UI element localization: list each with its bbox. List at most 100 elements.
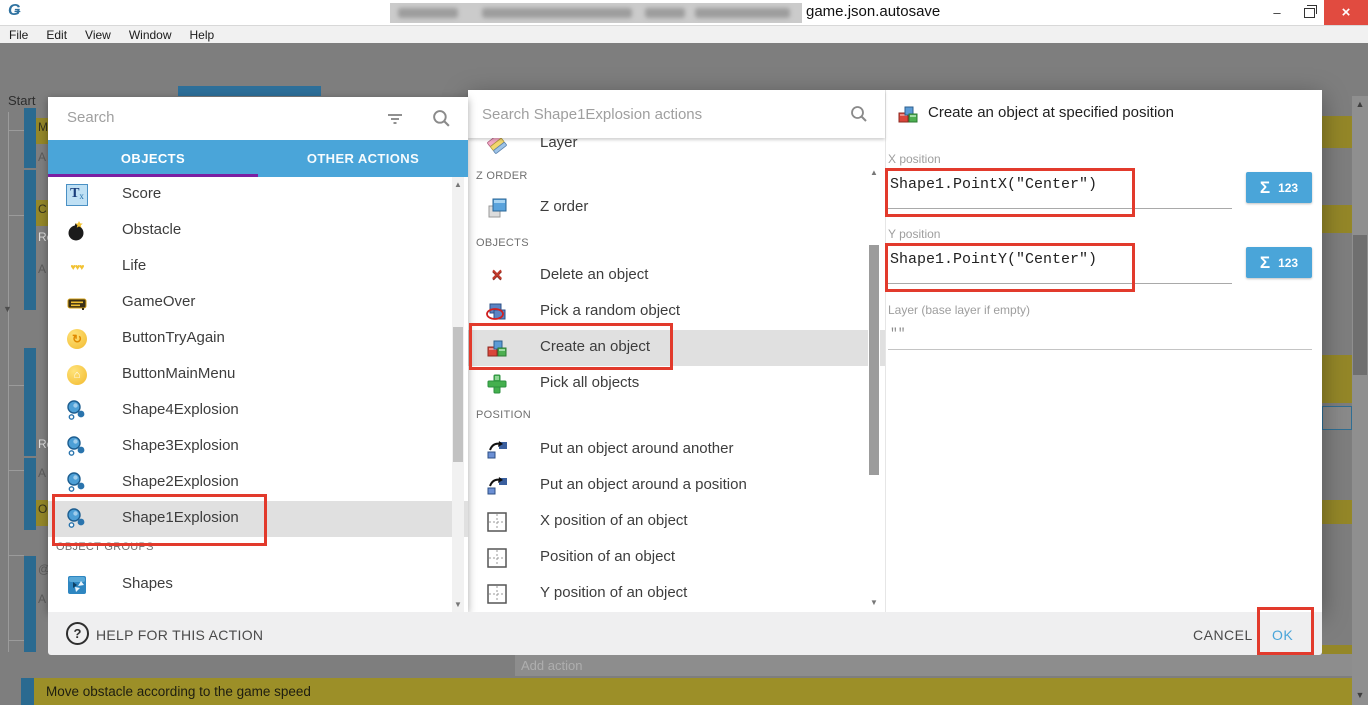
menu-edit[interactable]: Edit xyxy=(37,28,76,42)
action-item-zorder[interactable]: Z order xyxy=(468,190,885,226)
particles-icon xyxy=(66,436,88,458)
object-group-shapes[interactable]: Shapes xyxy=(48,567,468,603)
window-title: game.json.autosave xyxy=(806,3,940,20)
objects-scrollbar[interactable]: ▲ ▼ xyxy=(452,177,464,612)
bomb-icon xyxy=(66,220,88,242)
action-item-around-position[interactable]: Put an object around a position xyxy=(468,468,885,504)
action-item-pick-random[interactable]: Pick a random object xyxy=(468,294,885,330)
menu-view[interactable]: View xyxy=(76,28,120,42)
cancel-button[interactable]: CANCEL xyxy=(1193,627,1253,643)
objects-selector-panel: OBJECTS OTHER ACTIONS Tx Score Obstacle … xyxy=(48,97,468,612)
z-order-icon xyxy=(486,197,508,219)
object-item-buttontryagain[interactable]: ↻ ButtonTryAgain xyxy=(48,321,468,357)
gameover-sign-icon xyxy=(66,292,88,314)
tab-other-actions[interactable]: OTHER ACTIONS xyxy=(258,140,468,177)
event-comment-row[interactable]: Move obstacle according to the game spee… xyxy=(34,678,1352,705)
toolbar xyxy=(0,43,1368,86)
x-position-input[interactable]: Shape1.PointX("Center") xyxy=(890,176,1097,193)
scrollbar-thumb[interactable] xyxy=(869,245,879,475)
restore-button[interactable] xyxy=(1294,0,1324,25)
blurred-path-region xyxy=(390,3,802,23)
action-item-pick-all[interactable]: Pick all objects xyxy=(468,366,885,402)
actions-scrollbar[interactable]: ▲ ▼ xyxy=(868,158,880,612)
pick-random-icon xyxy=(486,301,508,323)
menu-window[interactable]: Window xyxy=(120,28,181,42)
input-underline xyxy=(888,283,1232,284)
action-title: Create an object at specified position xyxy=(928,104,1174,121)
action-item-x-position[interactable]: X position of an object xyxy=(468,504,885,540)
action-item-delete[interactable]: × Delete an object xyxy=(468,258,885,294)
close-button[interactable]: × xyxy=(1324,0,1368,25)
y-position-input[interactable]: Shape1.PointY("Center") xyxy=(890,251,1097,268)
add-action-button[interactable]: Add action xyxy=(515,654,1352,676)
pick-all-icon xyxy=(486,373,508,395)
help-icon[interactable]: ? xyxy=(66,622,89,645)
start-page-tab[interactable]: Start xyxy=(8,93,35,108)
layer-input[interactable]: "" xyxy=(890,326,906,341)
scroll-down-icon[interactable]: ▼ xyxy=(452,600,464,609)
around-position-icon xyxy=(486,475,508,497)
input-underline xyxy=(888,208,1232,209)
hearts-icon: ♥♥♥ xyxy=(66,256,88,278)
input-underline xyxy=(888,349,1312,350)
object-item-obstacle[interactable]: Obstacle xyxy=(48,213,468,249)
object-item-shape4explosion[interactable]: Shape4Explosion xyxy=(48,393,468,429)
search-icon xyxy=(850,105,868,123)
object-item-score[interactable]: Tx Score xyxy=(48,177,468,213)
objects-search-box[interactable] xyxy=(48,97,468,140)
search-icon[interactable] xyxy=(432,109,451,128)
object-groups-header: OBJECT GROUPS xyxy=(56,541,154,553)
layers-icon xyxy=(486,138,508,155)
particles-icon xyxy=(66,472,88,494)
ok-button[interactable]: OK xyxy=(1272,627,1293,643)
tab-objects[interactable]: OBJECTS xyxy=(48,140,258,177)
object-item-gameover[interactable]: GameOver xyxy=(48,285,468,321)
scroll-down-icon[interactable]: ▼ xyxy=(868,598,880,607)
create-object-icon xyxy=(486,337,508,359)
gdevelop-logo-icon: Ǥ xyxy=(8,2,20,20)
action-item-layer[interactable]: Layer xyxy=(468,138,885,162)
object-item-shape1explosion[interactable]: Shape1Explosion xyxy=(48,501,468,537)
scroll-up-icon[interactable]: ▲ xyxy=(452,180,464,189)
object-item-shape3explosion[interactable]: Shape3Explosion xyxy=(48,429,468,465)
menubar: File Edit View Window Help xyxy=(0,26,1368,43)
y-position-label: Y position xyxy=(888,227,940,241)
scrollbar-thumb[interactable] xyxy=(1353,235,1367,375)
action-item-create-object[interactable]: Create an object xyxy=(468,330,885,366)
delete-object-icon: × xyxy=(486,265,508,287)
action-item-around-another[interactable]: Put an object around another xyxy=(468,432,885,468)
actions-search-box[interactable] xyxy=(468,90,885,138)
object-item-shape2explosion[interactable]: Shape2Explosion xyxy=(48,465,468,501)
objects-search-input[interactable] xyxy=(65,108,369,127)
section-header: OBJECTS xyxy=(476,237,529,249)
object-item-buttonmainmenu[interactable]: ⌂ ButtonMainMenu xyxy=(48,357,468,393)
minimize-button[interactable]: – xyxy=(1262,0,1292,25)
home-button-icon: ⌂ xyxy=(66,364,88,386)
scroll-up-icon[interactable]: ▲ xyxy=(1352,99,1368,109)
help-link[interactable]: HELP FOR THIS ACTION xyxy=(96,627,263,643)
actions-search-input[interactable] xyxy=(480,105,784,124)
object-item-life[interactable]: ♥♥♥ Life xyxy=(48,249,468,285)
object-group-icon xyxy=(66,574,88,596)
expression-editor-button[interactable]: Σ123 xyxy=(1246,172,1312,203)
scroll-down-icon[interactable]: ▼ xyxy=(1352,690,1368,700)
actions-list: Layer Z ORDER Z order OBJECTS × Delete a… xyxy=(468,138,885,612)
layer-label: Layer (base layer if empty) xyxy=(888,303,1030,317)
event-tree-line xyxy=(8,112,9,652)
action-parameters-panel: Create an object at specified position X… xyxy=(886,90,1322,612)
window-scrollbar[interactable]: ▲ ▼ xyxy=(1352,96,1368,705)
scroll-up-icon[interactable]: ▲ xyxy=(868,168,880,177)
action-item-position[interactable]: Position of an object xyxy=(468,540,885,576)
titlebar: Ǥ game.json.autosave – × xyxy=(0,0,1368,26)
section-header: Z ORDER xyxy=(476,170,528,182)
menu-help[interactable]: Help xyxy=(181,28,224,42)
filter-icon[interactable] xyxy=(386,110,404,128)
particles-icon xyxy=(66,400,88,422)
scrollbar-thumb[interactable] xyxy=(453,327,463,462)
expression-editor-button[interactable]: Σ123 xyxy=(1246,247,1312,278)
dialog-footer: ? HELP FOR THIS ACTION CANCEL OK xyxy=(48,612,1322,655)
menu-file[interactable]: File xyxy=(0,28,37,42)
action-item-y-position[interactable]: Y position of an object xyxy=(468,576,885,612)
create-object-icon xyxy=(897,103,919,125)
text-object-icon: Tx xyxy=(66,184,88,206)
